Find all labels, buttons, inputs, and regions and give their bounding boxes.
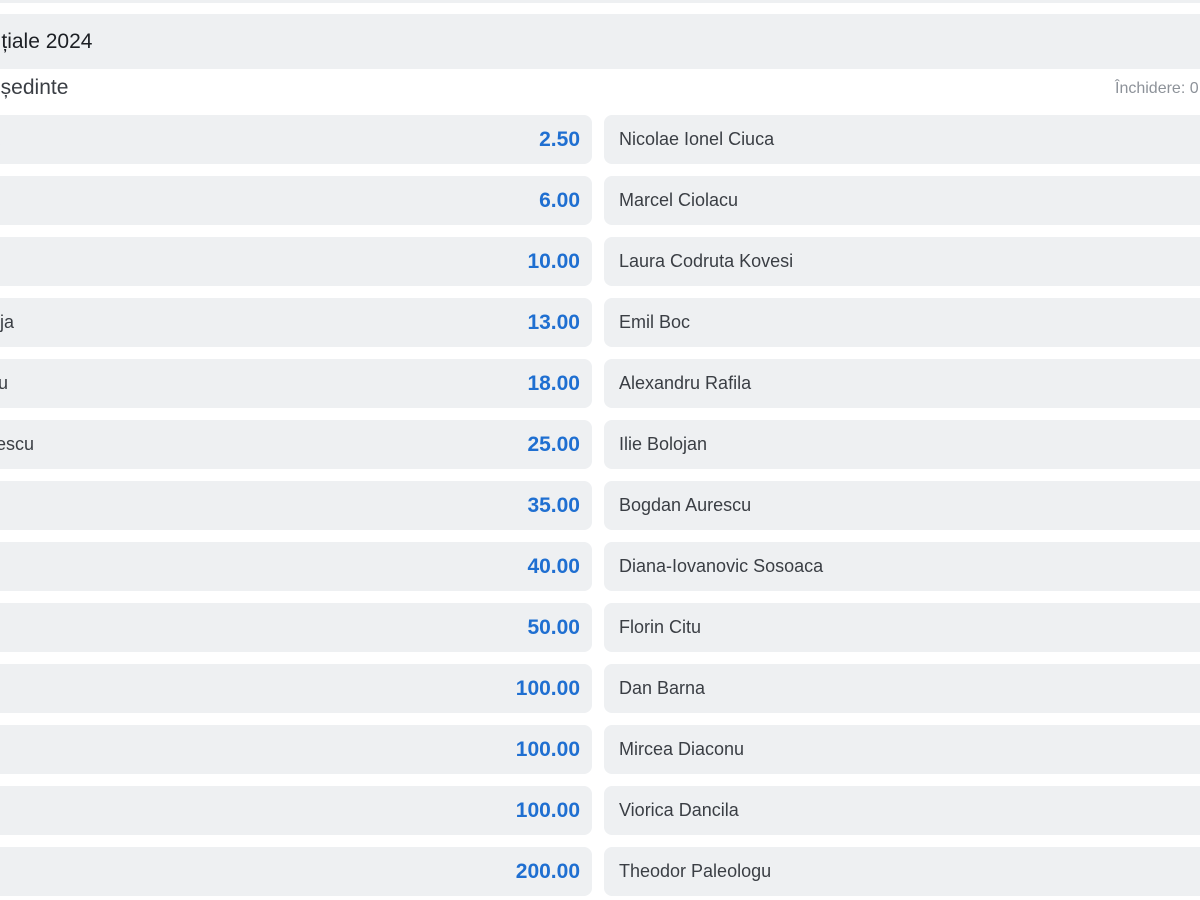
selection-cell-left[interactable]: onescu 25.00 <box>0 420 592 469</box>
odds-button-value[interactable]: 25.00 <box>527 420 580 469</box>
selection-cell-right[interactable]: Nicolae Ionel Ciuca <box>604 115 1200 164</box>
selection-row: na2.50 Nicolae Ionel Ciuca <box>0 115 1200 164</box>
betting-page: ențiale 2024 reședinte Închidere: 0 na2.… <box>0 0 1200 900</box>
selection-cell-right[interactable]: Theodor Paleologu <box>604 847 1200 896</box>
selection-name: Emil Boc <box>619 312 691 332</box>
selection-cell-left[interactable]: rduja 13.00 <box>0 298 592 347</box>
market-title: reședinte <box>0 76 69 99</box>
selection-cell-right[interactable]: Florin Citu <box>604 603 1200 652</box>
selection-name: Nicolae Ionel Ciuca <box>619 129 775 149</box>
selection-name: Diana-Iovanovic Sosoaca <box>619 556 824 576</box>
odds-button-value[interactable]: 50.00 <box>527 603 580 652</box>
selection-name: Ilie Bolojan <box>619 434 708 454</box>
selection-name: Theodor Paleologu <box>619 861 772 881</box>
event-header[interactable]: ențiale 2024 <box>0 14 1200 69</box>
selection-name: Viorica Dancila <box>619 800 739 820</box>
selection-cell-left[interactable]: c200.00 <box>0 847 592 896</box>
selection-name: Dan Barna <box>619 678 706 698</box>
selection-cell-right[interactable]: Dan Barna <box>604 664 1200 713</box>
selection-row: on6.00 Marcel Ciolacu <box>0 176 1200 225</box>
selection-name: anu <box>0 373 9 393</box>
selection-row: an100.00 Mircea Diaconu <box>0 725 1200 774</box>
selection-cell-right[interactable]: Ilie Bolojan <box>604 420 1200 469</box>
selection-cell-left[interactable]: 10.00 <box>0 237 592 286</box>
selection-cell-left[interactable]: s40.00 <box>0 542 592 591</box>
selection-row: rduja 13.00 Emil Boc <box>0 298 1200 347</box>
top-divider <box>0 0 1200 3</box>
odds-button-value[interactable]: 100.00 <box>516 664 580 713</box>
selection-row: 100.00 Dan Barna <box>0 664 1200 713</box>
selection-row: onescu 25.00 Ilie Bolojan <box>0 420 1200 469</box>
selection-row: a100.00 Viorica Dancila <box>0 786 1200 835</box>
selection-cell-right[interactable]: Alexandru Rafila <box>604 359 1200 408</box>
selection-cell-left[interactable]: 100.00 <box>0 664 592 713</box>
selection-cell-left[interactable]: an100.00 <box>0 725 592 774</box>
selection-cell-right[interactable]: Laura Codruta Kovesi <box>604 237 1200 286</box>
selection-cell-left[interactable]: n35.00 <box>0 481 592 530</box>
selection-cell-right[interactable]: Diana-Iovanovic Sosoaca <box>604 542 1200 591</box>
selection-name: Laura Codruta Kovesi <box>619 251 794 271</box>
odds-button-value[interactable]: 40.00 <box>527 542 580 591</box>
selection-name: Mircea Diaconu <box>619 739 745 759</box>
selection-cell-left[interactable]: anu 18.00 <box>0 359 592 408</box>
selection-name: rduja <box>0 312 15 332</box>
selection-row: u50.00 Florin Citu <box>0 603 1200 652</box>
selection-name: Florin Citu <box>619 617 702 637</box>
odds-button-value[interactable]: 2.50 <box>539 115 580 164</box>
odds-button-value[interactable]: 100.00 <box>516 725 580 774</box>
odds-button-value[interactable]: 18.00 <box>527 359 580 408</box>
odds-button-value[interactable]: 200.00 <box>516 847 580 896</box>
selection-cell-left[interactable]: na2.50 <box>0 115 592 164</box>
selection-name: Bogdan Aurescu <box>619 495 752 515</box>
selection-name: onescu <box>0 434 35 454</box>
selection-row: c200.00 Theodor Paleologu <box>0 847 1200 896</box>
selection-row: n35.00 Bogdan Aurescu <box>0 481 1200 530</box>
odds-button-value[interactable]: 100.00 <box>516 786 580 835</box>
selection-cell-right[interactable]: Bogdan Aurescu <box>604 481 1200 530</box>
selection-row: s40.00 Diana-Iovanovic Sosoaca <box>0 542 1200 591</box>
odds-button-value[interactable]: 35.00 <box>527 481 580 530</box>
selection-cell-left[interactable]: u50.00 <box>0 603 592 652</box>
selection-cell-right[interactable]: Marcel Ciolacu <box>604 176 1200 225</box>
selection-cell-left[interactable]: on6.00 <box>0 176 592 225</box>
odds-button-value[interactable]: 6.00 <box>539 176 580 225</box>
selection-name: Alexandru Rafila <box>619 373 752 393</box>
selection-cell-right[interactable]: Mircea Diaconu <box>604 725 1200 774</box>
selection-name: Marcel Ciolacu <box>619 190 739 210</box>
selection-row: anu 18.00 Alexandru Rafila <box>0 359 1200 408</box>
odds-button-value[interactable]: 10.00 <box>527 237 580 286</box>
selection-row: 10.00 Laura Codruta Kovesi <box>0 237 1200 286</box>
selection-cell-right[interactable]: Emil Boc <box>604 298 1200 347</box>
event-title: ențiale 2024 <box>0 29 93 53</box>
selection-cell-left[interactable]: a100.00 <box>0 786 592 835</box>
closing-time-label: Închidere: 0 <box>1115 80 1199 97</box>
odds-button-value[interactable]: 13.00 <box>527 298 580 347</box>
selection-cell-right[interactable]: Viorica Dancila <box>604 786 1200 835</box>
